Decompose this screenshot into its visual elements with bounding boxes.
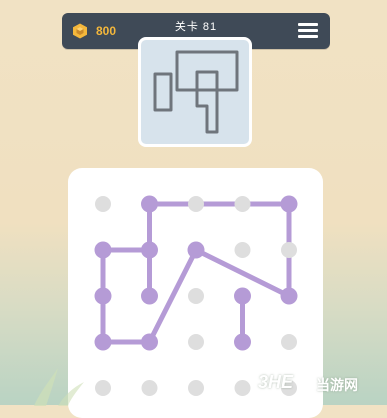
grid-dot[interactable] bbox=[141, 380, 158, 396]
target-shape-icon bbox=[153, 50, 239, 134]
grid-dot[interactable] bbox=[95, 380, 111, 396]
grid-dot[interactable] bbox=[234, 380, 251, 396]
grid-dot[interactable] bbox=[281, 334, 297, 350]
grid-dot-connected[interactable] bbox=[234, 333, 251, 351]
menu-icon[interactable] bbox=[298, 23, 318, 39]
grid-dot-connected[interactable] bbox=[234, 287, 251, 305]
watermark-logo: 3HE bbox=[258, 372, 294, 392]
grid-dot-connected[interactable] bbox=[187, 241, 205, 259]
grid-dot-connected[interactable] bbox=[141, 195, 158, 213]
watermark: 3HE 当游网 bbox=[258, 370, 380, 398]
grid-dot-connected[interactable] bbox=[94, 241, 112, 259]
grid-dot[interactable] bbox=[95, 196, 111, 212]
grid-dot[interactable] bbox=[188, 380, 204, 396]
watermark-name: 当游网 bbox=[316, 377, 358, 393]
grid-dot-connected[interactable] bbox=[141, 241, 158, 259]
grid-dot[interactable] bbox=[234, 196, 251, 212]
grid-dot[interactable] bbox=[188, 334, 204, 350]
grid-dot[interactable] bbox=[234, 242, 251, 258]
grid-dot-connected[interactable] bbox=[94, 333, 112, 351]
grid-dot-connected[interactable] bbox=[141, 333, 158, 351]
grid-dot-connected[interactable] bbox=[141, 287, 158, 305]
grid-dot-connected[interactable] bbox=[280, 287, 298, 305]
grid-dot-connected[interactable] bbox=[280, 195, 298, 213]
grid-dot[interactable] bbox=[281, 242, 297, 258]
grid-dot-connected[interactable] bbox=[94, 287, 112, 305]
level-title: 关卡 81 bbox=[174, 21, 218, 33]
grid-dot[interactable] bbox=[188, 196, 204, 212]
leaf-decoration-icon bbox=[34, 368, 84, 406]
grid-dot[interactable] bbox=[188, 288, 204, 304]
target-preview bbox=[138, 37, 252, 147]
